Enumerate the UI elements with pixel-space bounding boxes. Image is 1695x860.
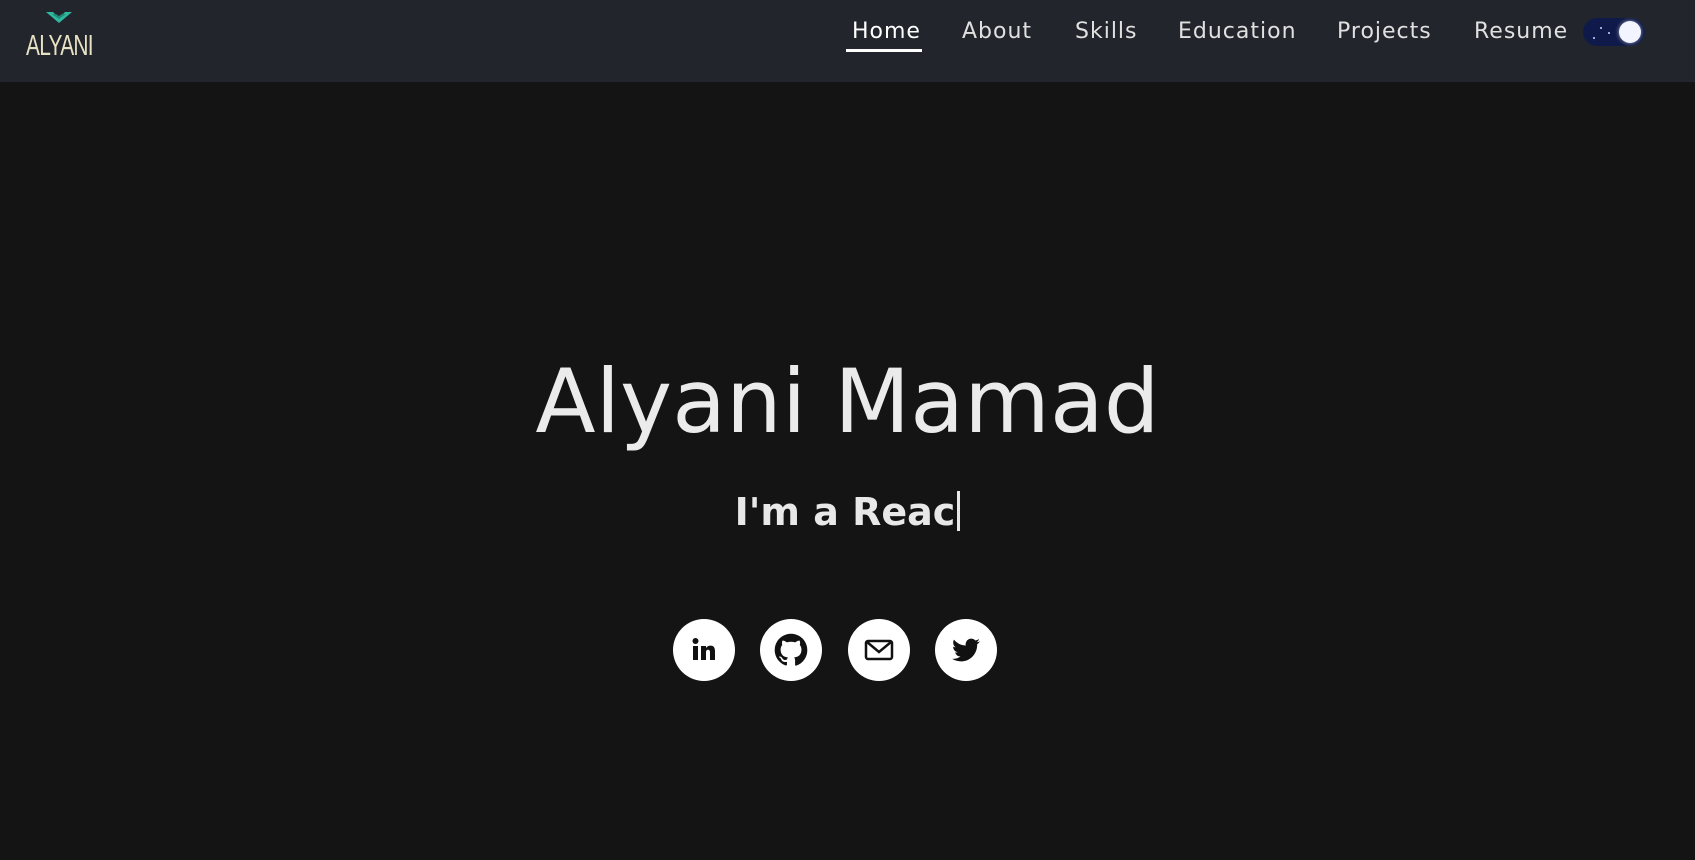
social-links: [0, 619, 1695, 683]
nav-item-home[interactable]: Home: [852, 14, 921, 50]
twitter-icon: [952, 638, 980, 662]
linkedin-button[interactable]: [673, 619, 735, 681]
nav-menu: Home About Skills Education Projects Res…: [0, 0, 1695, 82]
star-icon: [1608, 32, 1610, 34]
mail-icon: [864, 639, 894, 661]
star-icon: [1593, 37, 1595, 39]
nav-item-about[interactable]: About: [962, 14, 1032, 50]
typed-text: I'm a Reac: [734, 490, 956, 534]
nav-item-projects[interactable]: Projects: [1337, 14, 1432, 50]
nav-item-resume[interactable]: Resume: [1474, 14, 1568, 50]
twitter-button[interactable]: [935, 619, 997, 681]
linkedin-icon: [692, 638, 715, 660]
star-icon: [1600, 27, 1602, 29]
email-button[interactable]: [848, 619, 910, 681]
github-button[interactable]: [760, 619, 822, 681]
theme-toggle[interactable]: [1583, 18, 1645, 46]
active-nav-indicator: [846, 49, 922, 52]
typing-cursor: [957, 491, 961, 531]
github-icon: [774, 633, 808, 666]
navbar: ALYANI Home About Skills Education Proje…: [0, 0, 1695, 82]
hero-name: Alyani Mamad: [535, 350, 1160, 453]
typed-subtitle: I'm a Reac: [0, 487, 1695, 537]
nav-item-skills[interactable]: Skills: [1075, 14, 1138, 50]
nav-item-education[interactable]: Education: [1178, 14, 1297, 50]
moon-icon: [1619, 21, 1641, 43]
